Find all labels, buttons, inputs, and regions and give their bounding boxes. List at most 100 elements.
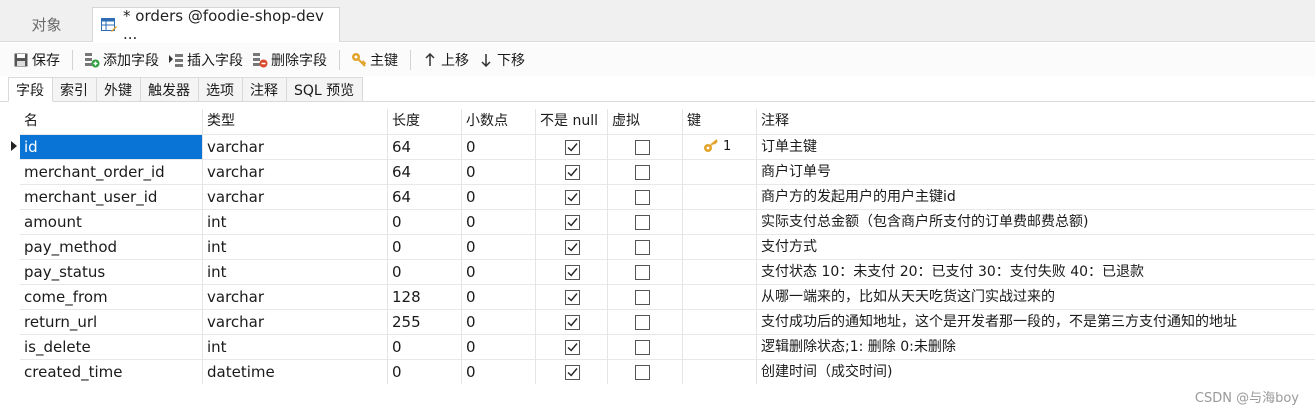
field-type-cell[interactable]: int bbox=[203, 234, 388, 259]
field-name-cell[interactable]: is_delete bbox=[20, 334, 203, 359]
virtual-checkbox[interactable] bbox=[635, 315, 650, 330]
not-null-checkbox[interactable] bbox=[565, 365, 580, 380]
key-cell[interactable] bbox=[683, 284, 757, 309]
tab-comment[interactable]: 注释 bbox=[243, 77, 287, 102]
key-cell[interactable] bbox=[683, 359, 757, 384]
field-name-cell[interactable]: come_from bbox=[20, 284, 203, 309]
field-comment-cell[interactable]: 支付状态 10：未支付 20：已支付 30：支付失败 40：已退款 bbox=[757, 259, 1315, 284]
column-header-length[interactable]: 长度 bbox=[388, 109, 462, 134]
key-cell[interactable] bbox=[683, 309, 757, 334]
field-comment-cell[interactable]: 支付方式 bbox=[757, 234, 1315, 259]
field-length-cell[interactable]: 128 bbox=[388, 284, 462, 309]
column-header-key[interactable]: 键 bbox=[683, 109, 757, 134]
tab-options[interactable]: 选项 bbox=[199, 77, 243, 102]
field-decimals-cell[interactable]: 0 bbox=[462, 284, 536, 309]
column-header-not-null[interactable]: 不是 null bbox=[536, 109, 608, 134]
not-null-checkbox[interactable] bbox=[565, 140, 580, 155]
field-decimals-cell[interactable]: 0 bbox=[462, 184, 536, 209]
field-length-cell[interactable]: 0 bbox=[388, 234, 462, 259]
field-length-cell[interactable]: 0 bbox=[388, 209, 462, 234]
not-null-checkbox[interactable] bbox=[565, 290, 580, 305]
column-header-type[interactable]: 类型 bbox=[203, 109, 388, 134]
field-comment-cell[interactable]: 从哪一端来的，比如从天天吃货这门实战过来的 bbox=[757, 284, 1315, 309]
field-name-cell[interactable]: created_time bbox=[20, 359, 203, 384]
key-cell[interactable]: 1 bbox=[683, 134, 757, 159]
field-decimals-cell[interactable]: 0 bbox=[462, 234, 536, 259]
field-type-cell[interactable]: varchar bbox=[203, 284, 388, 309]
tab-indexes[interactable]: 索引 bbox=[53, 77, 97, 102]
not-null-checkbox[interactable] bbox=[565, 340, 580, 355]
field-decimals-cell[interactable]: 0 bbox=[462, 209, 536, 234]
key-cell[interactable] bbox=[683, 334, 757, 359]
column-header-virtual[interactable]: 虚拟 bbox=[608, 109, 683, 134]
virtual-checkbox[interactable] bbox=[635, 340, 650, 355]
field-comment-cell[interactable]: 实际支付总金额（包含商户所支付的订单费邮费总额) bbox=[757, 209, 1315, 234]
field-length-cell[interactable]: 255 bbox=[388, 309, 462, 334]
field-type-cell[interactable]: varchar bbox=[203, 184, 388, 209]
field-decimals-cell[interactable]: 0 bbox=[462, 334, 536, 359]
virtual-checkbox[interactable] bbox=[635, 365, 650, 380]
not-null-checkbox[interactable] bbox=[565, 265, 580, 280]
virtual-checkbox[interactable] bbox=[635, 265, 650, 280]
column-header-comment[interactable]: 注释 bbox=[757, 109, 1315, 134]
key-cell[interactable] bbox=[683, 209, 757, 234]
field-length-cell[interactable]: 64 bbox=[388, 134, 462, 159]
tab-orders-design[interactable]: * orders @foodie-shop-dev ... bbox=[92, 7, 340, 43]
field-name-cell[interactable]: return_url bbox=[20, 309, 203, 334]
field-name-cell[interactable]: pay_status bbox=[20, 259, 203, 284]
tab-triggers[interactable]: 触发器 bbox=[141, 77, 199, 102]
delete-field-button[interactable]: 删除字段 bbox=[249, 47, 330, 73]
field-comment-cell[interactable]: 商户方的发起用户的用户主键id bbox=[757, 184, 1315, 209]
add-field-button[interactable]: 添加字段 bbox=[81, 47, 162, 73]
field-name-cell[interactable]: id bbox=[20, 134, 203, 159]
field-type-cell[interactable]: varchar bbox=[203, 309, 388, 334]
field-decimals-cell[interactable]: 0 bbox=[462, 259, 536, 284]
key-cell[interactable] bbox=[683, 184, 757, 209]
field-length-cell[interactable]: 0 bbox=[388, 334, 462, 359]
key-cell[interactable] bbox=[683, 259, 757, 284]
field-type-cell[interactable]: datetime bbox=[203, 359, 388, 384]
field-decimals-cell[interactable]: 0 bbox=[462, 134, 536, 159]
key-cell[interactable] bbox=[683, 234, 757, 259]
field-length-cell[interactable]: 0 bbox=[388, 359, 462, 384]
tab-fields[interactable]: 字段 bbox=[8, 77, 53, 102]
virtual-checkbox[interactable] bbox=[635, 140, 650, 155]
field-decimals-cell[interactable]: 0 bbox=[462, 309, 536, 334]
field-name-cell[interactable]: pay_method bbox=[20, 234, 203, 259]
field-name-cell[interactable]: merchant_order_id bbox=[20, 159, 203, 184]
virtual-checkbox[interactable] bbox=[635, 240, 650, 255]
column-header-name[interactable]: 名 bbox=[20, 109, 203, 134]
field-name-cell[interactable]: amount bbox=[20, 209, 203, 234]
not-null-checkbox[interactable] bbox=[565, 165, 580, 180]
key-cell[interactable] bbox=[683, 159, 757, 184]
primary-key-button[interactable]: 主键 bbox=[348, 47, 401, 73]
insert-field-button[interactable]: 插入字段 bbox=[165, 47, 246, 73]
field-type-cell[interactable]: int bbox=[203, 334, 388, 359]
virtual-checkbox[interactable] bbox=[635, 215, 650, 230]
field-length-cell[interactable]: 64 bbox=[388, 159, 462, 184]
save-button[interactable]: 保存 bbox=[10, 47, 63, 73]
field-type-cell[interactable]: varchar bbox=[203, 159, 388, 184]
field-type-cell[interactable]: varchar bbox=[203, 134, 388, 159]
not-null-checkbox[interactable] bbox=[565, 315, 580, 330]
field-name-cell[interactable]: merchant_user_id bbox=[20, 184, 203, 209]
not-null-checkbox[interactable] bbox=[565, 240, 580, 255]
column-header-decimals[interactable]: 小数点 bbox=[462, 109, 536, 134]
field-decimals-cell[interactable]: 0 bbox=[462, 359, 536, 384]
field-decimals-cell[interactable]: 0 bbox=[462, 159, 536, 184]
not-null-checkbox[interactable] bbox=[565, 190, 580, 205]
field-length-cell[interactable]: 0 bbox=[388, 259, 462, 284]
virtual-checkbox[interactable] bbox=[635, 165, 650, 180]
tab-sql-preview[interactable]: SQL 预览 bbox=[287, 77, 364, 102]
field-comment-cell[interactable]: 逻辑删除状态;1: 删除 0:未删除 bbox=[757, 334, 1315, 359]
tab-objects[interactable]: 对象 bbox=[0, 7, 93, 42]
field-type-cell[interactable]: int bbox=[203, 209, 388, 234]
virtual-checkbox[interactable] bbox=[635, 290, 650, 305]
move-up-button[interactable]: 上移 bbox=[419, 47, 472, 73]
virtual-checkbox[interactable] bbox=[635, 190, 650, 205]
field-comment-cell[interactable]: 商户订单号 bbox=[757, 159, 1315, 184]
tab-foreign-keys[interactable]: 外键 bbox=[97, 77, 141, 102]
move-down-button[interactable]: 下移 bbox=[475, 47, 528, 73]
field-comment-cell[interactable]: 订单主键 bbox=[757, 134, 1315, 159]
field-comment-cell[interactable]: 创建时间（成交时间) bbox=[757, 359, 1315, 384]
